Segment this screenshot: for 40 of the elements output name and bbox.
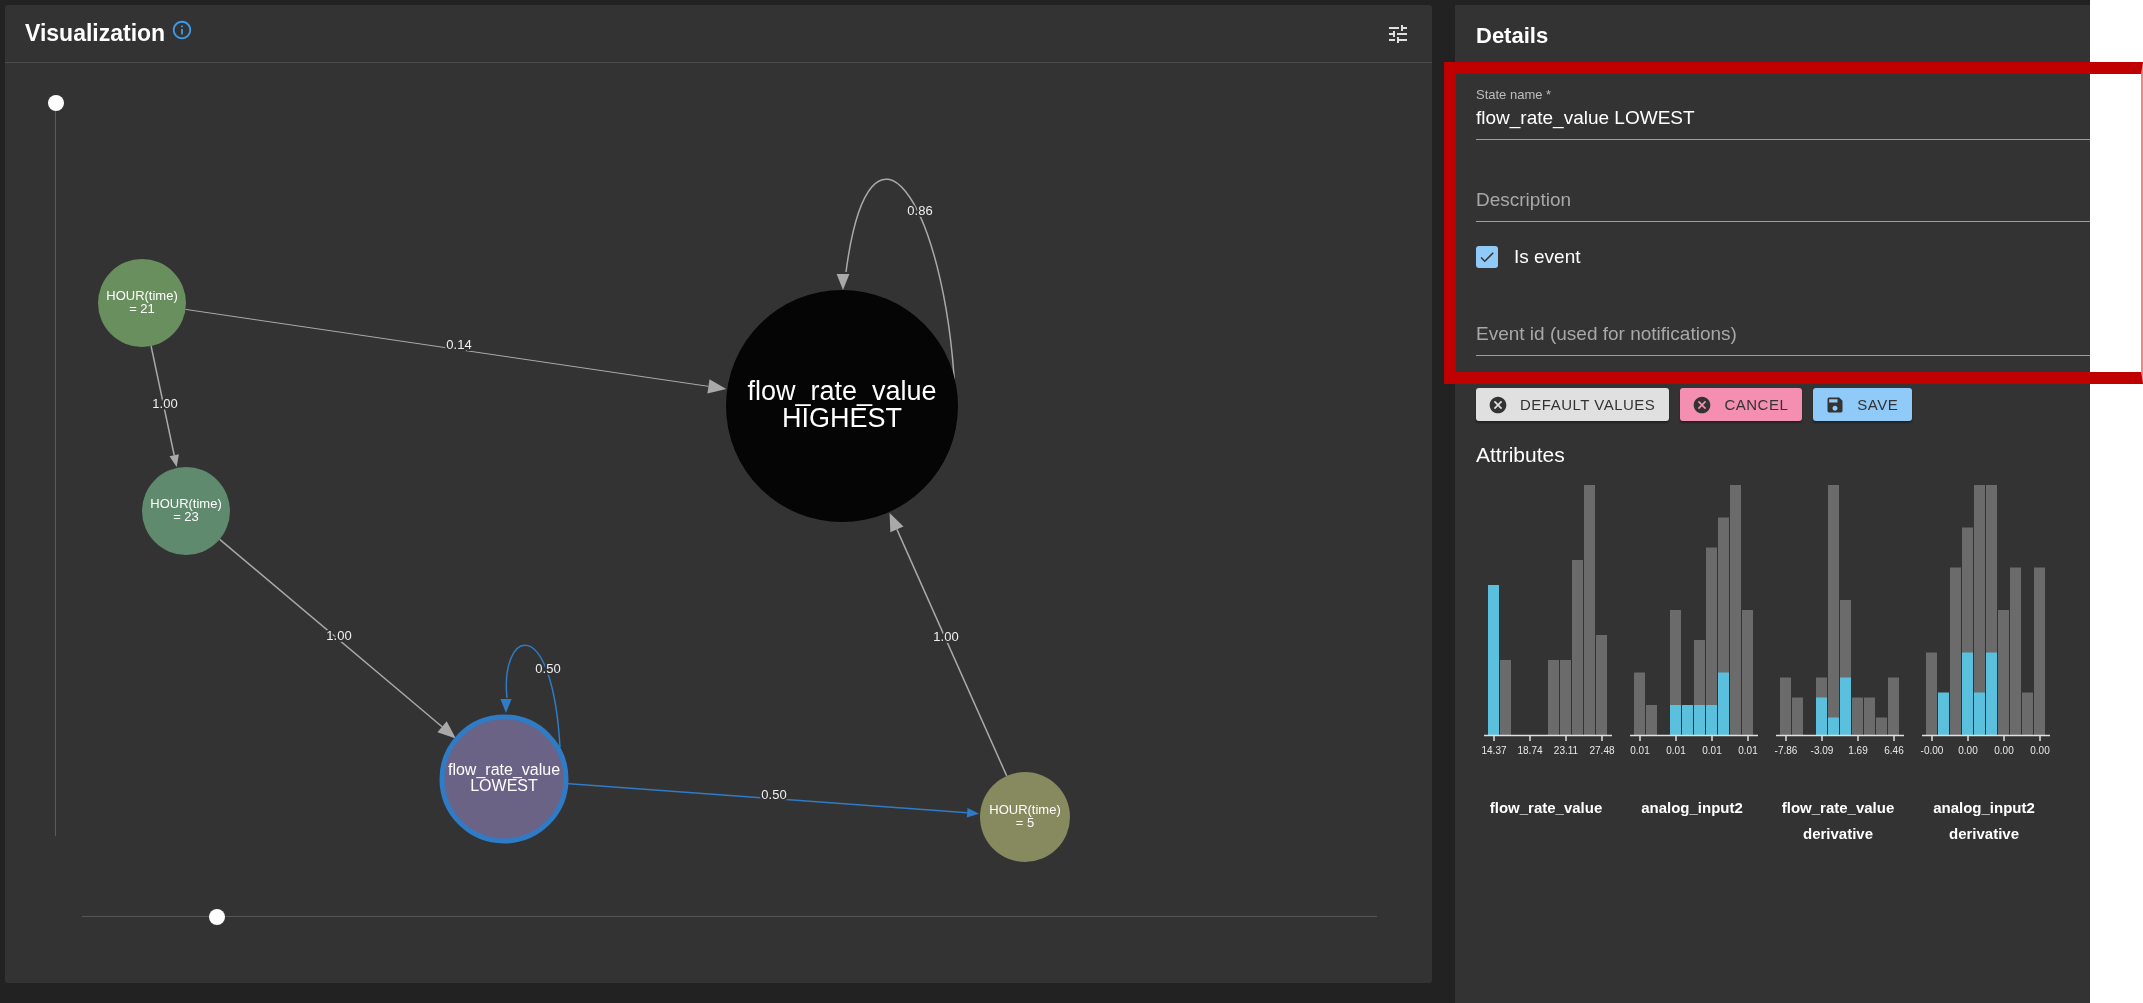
description-field[interactable]: Description: [1476, 184, 2090, 222]
tick-label: 1.69: [1848, 745, 1868, 756]
tick-label: 18.74: [1517, 745, 1543, 756]
attribute-name: flow_rate_value derivative: [1781, 798, 1895, 844]
node-label: HOUR(time) = 21: [106, 287, 178, 316]
tick-label: -3.09: [1810, 745, 1834, 756]
tick-label: 27.48: [1589, 745, 1615, 756]
tick-label: 0.00: [1994, 745, 2014, 756]
attribute-name: analog_input2: [1641, 798, 1743, 818]
node-label: HOUR(time) = 23: [150, 495, 222, 524]
tick-label: -7.86: [1774, 745, 1798, 756]
node-label: HOUR(time) = 5: [989, 801, 1061, 830]
default-values-button[interactable]: DEFAULT VALUES: [1476, 388, 1670, 421]
tick-label: 0.01: [1630, 745, 1650, 756]
field-label: State name *: [1476, 87, 1552, 102]
tick-label: 0.01: [1666, 745, 1686, 756]
tick-label: 0.01: [1702, 745, 1722, 756]
edge-label: 1.00: [152, 396, 178, 412]
node-label: flow_rate_value LOWEST: [447, 761, 561, 795]
edge-label: 0.14: [446, 337, 472, 353]
section-title: Attributes: [1476, 443, 1565, 467]
panel-title: Details: [1476, 23, 1549, 49]
cancel-button[interactable]: CANCEL: [1680, 388, 1803, 421]
tick-label: 23.11: [1553, 745, 1579, 756]
tick-label: 0.00: [2030, 745, 2050, 756]
edge-label: 0.86: [907, 203, 933, 219]
event-id-field[interactable]: Event id (used for notifications): [1476, 318, 2090, 356]
tick-label: 6.46: [1884, 745, 1904, 756]
tick-label: 0.00: [1958, 745, 1978, 756]
attribute-name: flow_rate_value: [1489, 798, 1603, 818]
tick-label: 14.37: [1481, 745, 1507, 756]
state-name-field[interactable]: flow_rate_value LOWEST: [1476, 102, 2090, 140]
save-button[interactable]: SAVE: [1813, 388, 1913, 421]
attribute-name: analog_input2 derivative: [1933, 798, 2035, 844]
node-label: flow_rate_value HIGHEST: [747, 375, 937, 433]
tick-label: 0.01: [1738, 745, 1758, 756]
edge-label: 1.00: [933, 629, 959, 645]
card-title: Visualization: [25, 20, 166, 47]
tick-label: -0.00: [1920, 745, 1944, 756]
checkbox-label: Is event: [1514, 246, 1581, 268]
